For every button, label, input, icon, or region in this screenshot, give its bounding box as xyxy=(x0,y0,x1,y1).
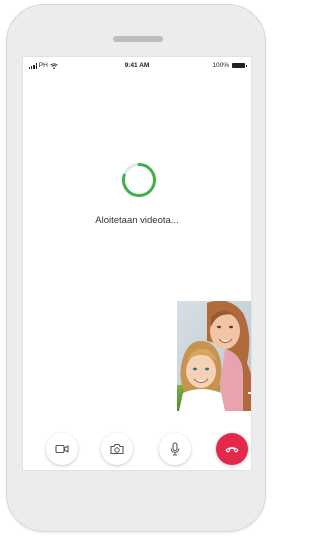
phone-frame: PH 9:41 AM 100% Aloitetaan videota... xyxy=(6,4,266,532)
call-controls xyxy=(23,433,251,470)
microphone-button[interactable] xyxy=(159,433,191,465)
call-status-text: Aloitetaan videota... xyxy=(95,215,179,226)
self-view-handle[interactable] xyxy=(248,392,251,394)
switch-camera-button[interactable] xyxy=(101,433,133,465)
video-camera-icon xyxy=(55,444,69,454)
end-call-icon xyxy=(225,447,239,453)
loading-spinner xyxy=(122,163,156,197)
video-toggle-button[interactable] xyxy=(46,433,78,465)
battery-icon xyxy=(232,63,247,68)
status-bar: PH 9:41 AM 100% xyxy=(23,57,251,75)
self-view-video[interactable] xyxy=(177,301,251,411)
microphone-icon xyxy=(170,442,180,456)
phone-speaker xyxy=(113,36,163,42)
battery-percent: 100% xyxy=(212,62,229,69)
self-view-image xyxy=(177,301,251,411)
end-call-button[interactable] xyxy=(216,433,248,465)
phone-screen: PH 9:41 AM 100% Aloitetaan videota... xyxy=(22,56,252,471)
switch-camera-icon xyxy=(110,443,124,455)
